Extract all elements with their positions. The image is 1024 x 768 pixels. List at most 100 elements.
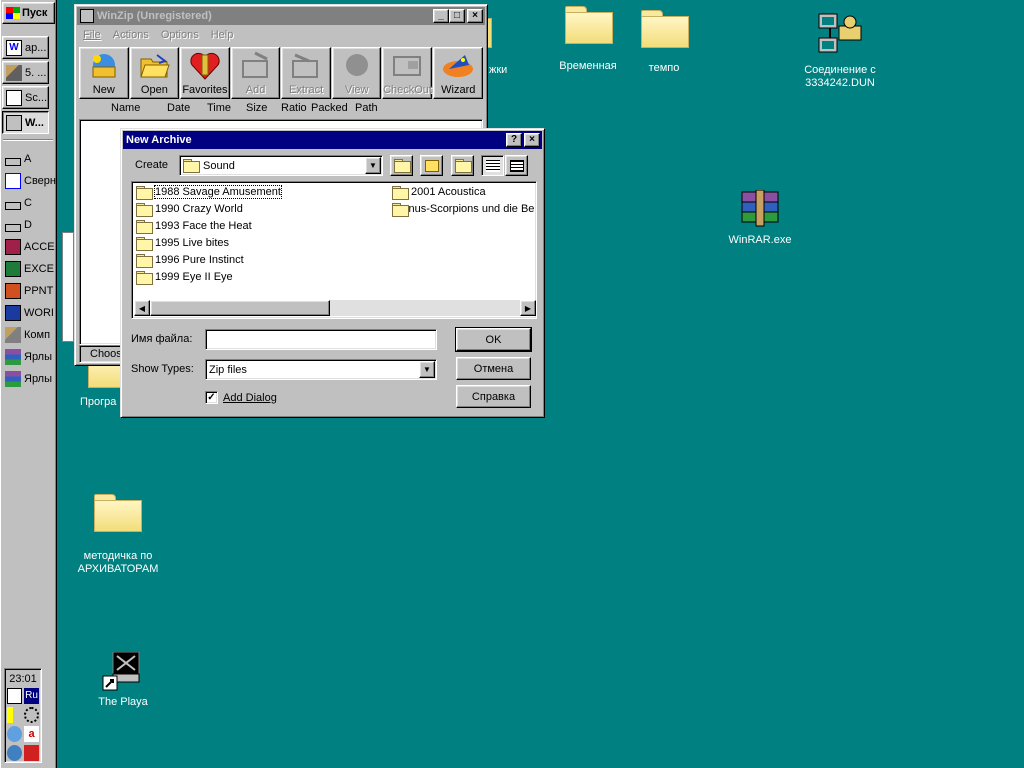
quicklaunch-excel[interactable]: EXCE bbox=[5, 259, 54, 279]
language-indicator[interactable]: Ru bbox=[24, 688, 39, 704]
acrobat-icon[interactable]: a bbox=[24, 726, 39, 742]
quicklaunch-shortcut-2[interactable]: Ярлы bbox=[5, 369, 52, 389]
desktop-icon-partial[interactable]: жки bbox=[480, 18, 540, 77]
list-item[interactable]: 1990 Crazy World bbox=[136, 201, 243, 217]
toolbar-label: Wizard bbox=[441, 84, 476, 96]
toolbar-favorites-button[interactable]: Favorites bbox=[180, 47, 230, 99]
location-combo[interactable]: Sound ▼ bbox=[179, 155, 383, 176]
menu-options[interactable]: Options bbox=[161, 29, 199, 43]
ok-button[interactable]: OK bbox=[455, 327, 532, 352]
quicklaunch-c[interactable]: C bbox=[5, 193, 32, 213]
clock[interactable]: 23:01 bbox=[7, 673, 39, 685]
list-item[interactable]: Bonus-Scorpions und die Be bbox=[392, 201, 534, 217]
scheduler-icon[interactable] bbox=[7, 688, 23, 704]
quicklaunch-label: ACCE bbox=[24, 241, 55, 253]
close-button[interactable]: × bbox=[524, 133, 540, 147]
network-icon[interactable] bbox=[23, 707, 39, 723]
desktop-icon-label: жки bbox=[489, 64, 508, 76]
gear-icon[interactable] bbox=[7, 745, 22, 761]
cancel-button[interactable]: Отмена bbox=[456, 357, 531, 380]
menu-file[interactable]: File bbox=[83, 29, 101, 43]
folder-icon bbox=[136, 202, 153, 217]
task-button-tool[interactable]: 5. ... bbox=[2, 61, 49, 84]
toolbar-label: New bbox=[92, 84, 115, 96]
column-packed[interactable]: Packed bbox=[311, 102, 355, 114]
folder-name: 1993 Face the Heat bbox=[155, 220, 252, 232]
list-item[interactable]: 1995 Live bites bbox=[136, 235, 229, 251]
list-item[interactable]: 1993 Face the Heat bbox=[136, 218, 252, 234]
column-date[interactable]: Date bbox=[167, 102, 207, 114]
up-one-level-button[interactable] bbox=[390, 155, 413, 176]
quicklaunch-powerpoint[interactable]: PPNT bbox=[5, 281, 53, 301]
hard-drive-icon bbox=[5, 202, 21, 210]
list-view-button[interactable] bbox=[481, 155, 504, 176]
list-item[interactable]: 1999 Eye II Eye bbox=[136, 269, 233, 285]
quicklaunch-shortcut-1[interactable]: Ярлы bbox=[5, 347, 52, 367]
toolbar-label: Add bbox=[245, 84, 266, 96]
desktop-icon-playa[interactable]: The Playa bbox=[73, 651, 173, 709]
toolbar-add-button[interactable]: Add bbox=[230, 47, 281, 99]
folder-list[interactable]: 1988 Savage Amusement 1990 Crazy World 1… bbox=[131, 181, 537, 319]
toolbar-checkout-button[interactable]: CheckOut bbox=[382, 47, 433, 99]
column-path[interactable]: Path bbox=[355, 102, 385, 114]
word-icon bbox=[5, 305, 21, 321]
toolbar-wizard-button[interactable]: Wizard bbox=[433, 47, 484, 99]
quicklaunch-d[interactable]: D bbox=[5, 215, 32, 235]
list-item[interactable]: 1996 Pure Instinct bbox=[136, 252, 244, 268]
help-dialog-button[interactable]: Справка bbox=[456, 385, 531, 408]
scroll-right-button[interactable]: ▶ bbox=[520, 300, 536, 316]
folder-name: 1990 Crazy World bbox=[155, 203, 243, 215]
desktop-icon-winrar[interactable]: WinRAR.exe bbox=[710, 189, 810, 247]
antivirus-icon[interactable] bbox=[24, 745, 39, 761]
list-item[interactable]: 2001 Acoustica bbox=[392, 184, 486, 200]
folder-icon bbox=[392, 185, 409, 200]
quicklaunch-word[interactable]: WORI bbox=[5, 303, 54, 323]
column-size[interactable]: Size bbox=[246, 102, 281, 114]
folder-icon bbox=[136, 236, 153, 251]
desktop-button[interactable] bbox=[420, 155, 443, 176]
scroll-thumb[interactable] bbox=[150, 300, 330, 316]
toolbar-new-button[interactable]: New bbox=[79, 47, 129, 99]
new-folder-button[interactable] bbox=[451, 155, 474, 176]
volume-icon[interactable] bbox=[7, 707, 22, 723]
menu-actions[interactable]: Actions bbox=[113, 29, 149, 43]
winzip-titlebar[interactable]: WinZip (Unregistered) _ □ × bbox=[77, 7, 485, 25]
close-button[interactable]: × bbox=[467, 9, 483, 23]
quicklaunch-access[interactable]: ACCE bbox=[5, 237, 55, 257]
details-view-button[interactable] bbox=[505, 155, 528, 176]
scroll-left-button[interactable]: ◀ bbox=[134, 300, 150, 316]
quicklaunch-a[interactable]: A bbox=[5, 149, 31, 169]
maximize-button[interactable]: □ bbox=[449, 9, 465, 23]
minimize-button[interactable]: _ bbox=[433, 9, 449, 23]
quicklaunch-computer[interactable]: Комп bbox=[5, 325, 50, 345]
quicklaunch-label: WORI bbox=[24, 307, 54, 319]
desktop-icon-label: The Playa bbox=[98, 696, 148, 708]
desktop-icon-dialup[interactable]: Соединение с 3334242.DUN bbox=[790, 12, 890, 90]
task-button-scandisk[interactable]: Sc... bbox=[2, 86, 49, 109]
excel-icon bbox=[5, 261, 21, 277]
column-ratio[interactable]: Ratio bbox=[281, 102, 311, 114]
desktop-icon-metodichka[interactable]: методичка по АРХИВАТОРАМ bbox=[68, 494, 168, 576]
horizontal-scrollbar[interactable]: ◀ ▶ bbox=[134, 300, 536, 316]
toolbar-view-button[interactable]: View bbox=[331, 47, 382, 99]
toolbar-label: Extract bbox=[288, 84, 324, 96]
toolbar-open-button[interactable]: Open bbox=[129, 47, 180, 99]
task-button-word[interactable]: W ар... bbox=[2, 36, 49, 59]
add-dialog-checkbox[interactable]: ✓ bbox=[205, 391, 218, 404]
list-item[interactable]: 1988 Savage Amusement bbox=[136, 184, 282, 200]
column-time[interactable]: Time bbox=[207, 102, 246, 114]
quicklaunch-minimize[interactable]: Сверн bbox=[5, 171, 56, 191]
chevron-down-icon[interactable]: ▼ bbox=[419, 361, 435, 378]
help-button[interactable]: ? bbox=[506, 133, 522, 147]
chevron-down-icon[interactable]: ▼ bbox=[365, 157, 381, 174]
task-button-winzip[interactable]: W... bbox=[2, 111, 49, 134]
show-types-select[interactable]: Zip files ▼ bbox=[205, 359, 437, 380]
menu-help[interactable]: Help bbox=[211, 29, 234, 43]
desktop-icon-tempo[interactable]: темпо bbox=[614, 10, 714, 75]
start-button[interactable]: Пуск bbox=[2, 2, 55, 24]
column-name[interactable]: Name bbox=[111, 102, 167, 114]
display-settings-icon[interactable] bbox=[7, 726, 22, 742]
toolbar-extract-button[interactable]: Extract bbox=[281, 47, 331, 99]
dialog-titlebar[interactable]: New Archive ? × bbox=[123, 131, 542, 149]
filename-input[interactable] bbox=[205, 329, 437, 350]
